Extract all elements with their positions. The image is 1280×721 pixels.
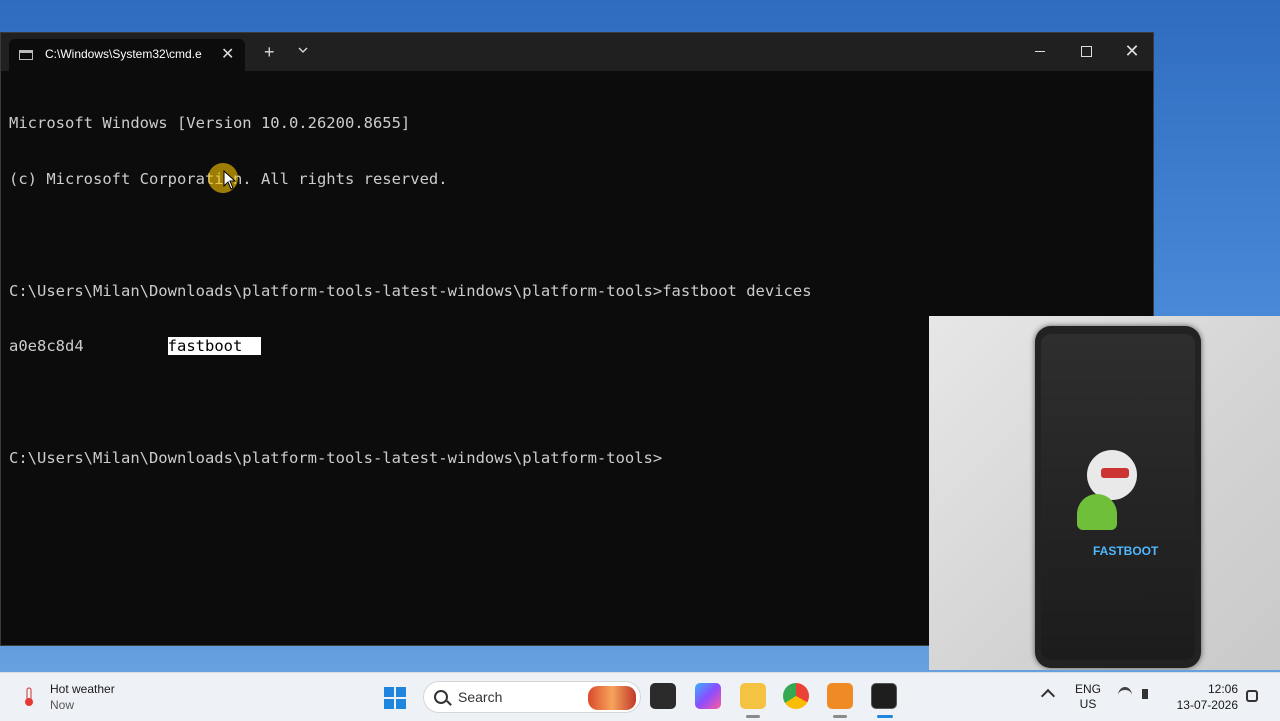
minimize-button[interactable]: [1017, 39, 1063, 65]
time: 12:06: [1207, 682, 1238, 696]
chevron-up-icon[interactable]: [1040, 688, 1056, 704]
fastboot-label: FASTBOOT: [1093, 544, 1159, 558]
file-explorer-icon[interactable]: [740, 683, 766, 709]
region-code: US: [1079, 697, 1097, 711]
cmd-icon: [19, 50, 33, 60]
task-view-icon[interactable]: [650, 683, 676, 709]
language-code: ENG: [1074, 682, 1101, 696]
tab-title: C:\Windows\System32\cmd.e: [45, 47, 202, 61]
terminal-line: Microsoft Windows [Version 10.0.26200.86…: [9, 114, 411, 133]
wifi-icon[interactable]: [1118, 687, 1132, 704]
volume-icon[interactable]: [1142, 689, 1148, 699]
title-bar[interactable]: C:\Windows\System32\cmd.e ✕ + ✕: [1, 33, 1153, 71]
search-label: Search: [458, 689, 503, 705]
windows-start-icon[interactable]: [384, 687, 406, 709]
terminal-app-icon[interactable]: [871, 683, 897, 709]
file-explorer-active-indicator: [746, 715, 760, 718]
search-box[interactable]: Search: [423, 681, 641, 713]
webcam-overlay: FASTBOOT: [929, 316, 1280, 670]
clock[interactable]: 12:06 13-07-2026: [1172, 681, 1238, 713]
microsoft-365-icon[interactable]: [695, 683, 721, 709]
weather-subtitle: Now: [50, 698, 75, 712]
android-icon: [1077, 494, 1117, 530]
mouse-pointer-icon: [223, 170, 237, 190]
phone-image: FASTBOOT: [1035, 326, 1201, 668]
tab-cmd[interactable]: C:\Windows\System32\cmd.e ✕: [9, 39, 245, 71]
date: 13-07-2026: [1176, 698, 1238, 712]
maximize-button[interactable]: [1063, 39, 1109, 65]
recorder-active-indicator: [833, 715, 847, 718]
taskbar: Hot weather Now Search ENG US 12:06 13-0…: [0, 672, 1280, 721]
terminal-line: (c) Microsoft Corporation. All rights re…: [9, 169, 448, 188]
chevron-down-icon[interactable]: [297, 43, 309, 57]
recorder-app-icon[interactable]: [827, 683, 853, 709]
thermometer-icon[interactable]: [22, 687, 36, 707]
close-tab-button[interactable]: ✕: [221, 44, 234, 64]
search-icon: [434, 690, 448, 704]
weather-title[interactable]: Hot weather: [50, 682, 115, 696]
prompt-text: C:\Users\Milan\Downloads\platform-tools-…: [9, 448, 663, 467]
new-tab-button[interactable]: +: [264, 43, 275, 61]
search-highlight-image: [588, 686, 636, 710]
notification-icon[interactable]: [1246, 690, 1258, 702]
device-id: a0e8c8d4: [9, 337, 84, 356]
mascot-goggles: [1101, 468, 1129, 478]
phone-screen: FASTBOOT: [1041, 334, 1195, 660]
language-indicator[interactable]: ENG US: [1074, 682, 1102, 712]
device-state-selected: fastboot: [167, 337, 243, 356]
terminal-line: C:\Users\Milan\Downloads\platform-tools-…: [9, 281, 812, 300]
chrome-icon[interactable]: [783, 683, 809, 709]
close-window-button[interactable]: ✕: [1109, 39, 1155, 65]
terminal-active-indicator: [877, 715, 893, 718]
